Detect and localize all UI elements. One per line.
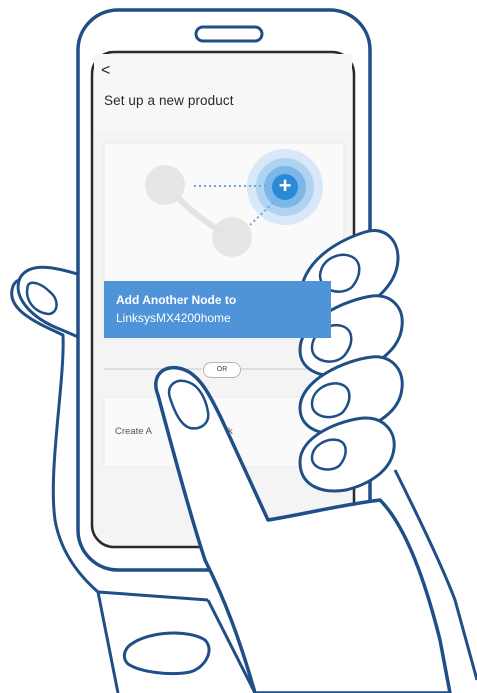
create-network-label[interactable]: Create A: [115, 426, 152, 437]
app-screen: < Set up a new product + Add Another Nod…: [0, 0, 477, 693]
add-node-title: Add Another Node to: [116, 293, 237, 307]
network-name: LinksysMX4200home: [116, 311, 231, 325]
or-separator: OR: [203, 362, 241, 378]
chevron-left-icon[interactable]: <: [101, 62, 117, 80]
create-network-label-tail: k: [228, 426, 233, 437]
plus-icon[interactable]: +: [272, 174, 298, 200]
add-node-button[interactable]: [104, 281, 331, 338]
page-title: Set up a new product: [104, 93, 234, 108]
